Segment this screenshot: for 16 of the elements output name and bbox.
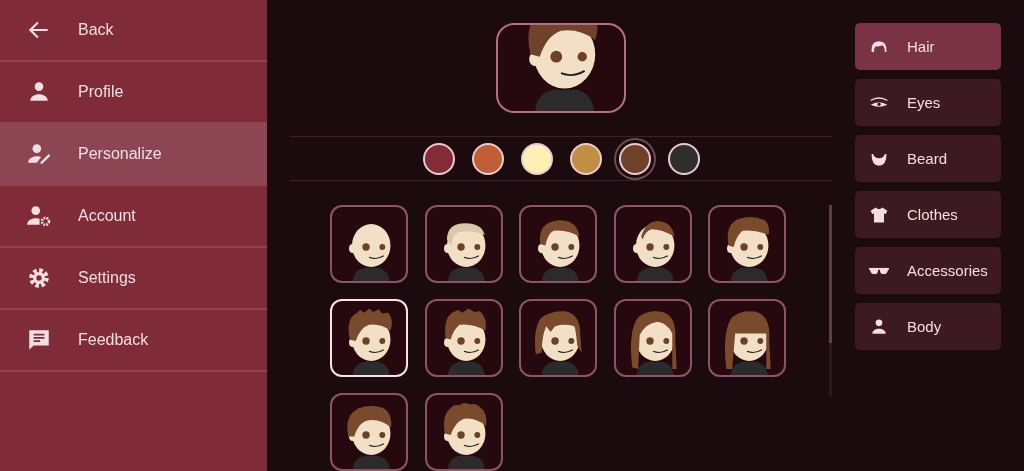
settings-icon <box>26 265 52 291</box>
category-tab[interactable]: Hair <box>855 23 1001 70</box>
color-swatch[interactable] <box>422 142 455 175</box>
color-swatch[interactable] <box>569 142 602 175</box>
category-tab[interactable]: Beard <box>855 135 1001 182</box>
category-tab[interactable]: Eyes <box>855 79 1001 126</box>
color-swatch[interactable] <box>520 142 553 175</box>
category-tab[interactable]: Body <box>855 303 1001 350</box>
category-tab[interactable]: Accessories <box>855 247 1001 294</box>
color-swatch[interactable] <box>471 142 504 175</box>
nav-item[interactable]: Personalize <box>0 124 267 186</box>
person-brush-icon <box>26 141 52 167</box>
scrollbar[interactable] <box>829 205 832 397</box>
category-tab[interactable]: Clothes <box>855 191 1001 238</box>
color-swatch[interactable] <box>667 142 700 175</box>
person-gear-icon <box>26 203 52 229</box>
